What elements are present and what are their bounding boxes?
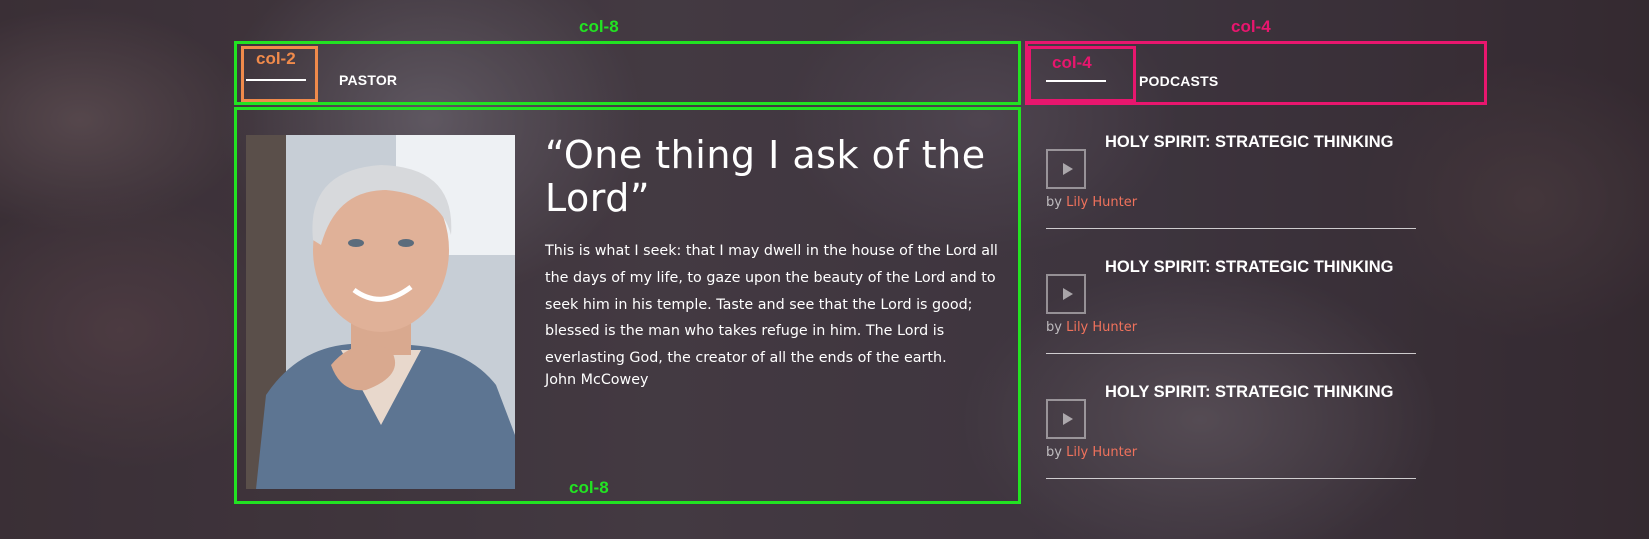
quote-title: “One thing I ask of the Lord” — [545, 133, 986, 220]
pastor-section-title: PASTOR — [339, 72, 398, 88]
grid-label-inner-col-4: col-4 — [1052, 53, 1092, 72]
play-button[interactable] — [1046, 399, 1086, 439]
play-button[interactable] — [1046, 274, 1086, 314]
podcast-title[interactable]: HOLY SPIRIT: STRATEGIC THINKING — [1105, 258, 1393, 277]
podcast-item: HOLY SPIRIT: STRATEGIC THINKING by Lily … — [1046, 254, 1416, 354]
podcasts-section-title: PODCASTS — [1139, 73, 1219, 89]
podcast-by-label: by — [1046, 195, 1062, 210]
pastor-title-underline — [246, 79, 306, 81]
pastor-portrait — [246, 135, 515, 489]
podcast-byline: by Lily Hunter — [1046, 320, 1137, 335]
quote-author: John McCowey — [545, 372, 649, 388]
play-icon — [1062, 163, 1073, 175]
podcast-by-label: by — [1046, 445, 1062, 460]
podcast-item: HOLY SPIRIT: STRATEGIC THINKING by Lily … — [1046, 379, 1416, 479]
grid-label-col-4-top: col-4 — [1231, 17, 1271, 36]
grid-label-col-8-top: col-8 — [579, 17, 619, 36]
podcast-author-link[interactable]: Lily Hunter — [1066, 445, 1137, 460]
grid-label-col-2: col-2 — [256, 49, 296, 68]
podcast-byline: by Lily Hunter — [1046, 195, 1137, 210]
play-icon — [1062, 288, 1073, 300]
podcasts-title-underline — [1046, 80, 1106, 82]
play-button[interactable] — [1046, 149, 1086, 189]
podcast-author-link[interactable]: Lily Hunter — [1066, 195, 1137, 210]
podcast-title[interactable]: HOLY SPIRIT: STRATEGIC THINKING — [1105, 133, 1393, 152]
play-icon — [1062, 413, 1073, 425]
podcast-title[interactable]: HOLY SPIRIT: STRATEGIC THINKING — [1105, 383, 1393, 402]
quote-body: This is what I seek: that I may dwell in… — [545, 243, 998, 367]
podcast-item: HOLY SPIRIT: STRATEGIC THINKING by Lily … — [1046, 129, 1416, 229]
podcast-by-label: by — [1046, 320, 1062, 335]
podcast-byline: by Lily Hunter — [1046, 445, 1137, 460]
podcast-author-link[interactable]: Lily Hunter — [1066, 320, 1137, 335]
